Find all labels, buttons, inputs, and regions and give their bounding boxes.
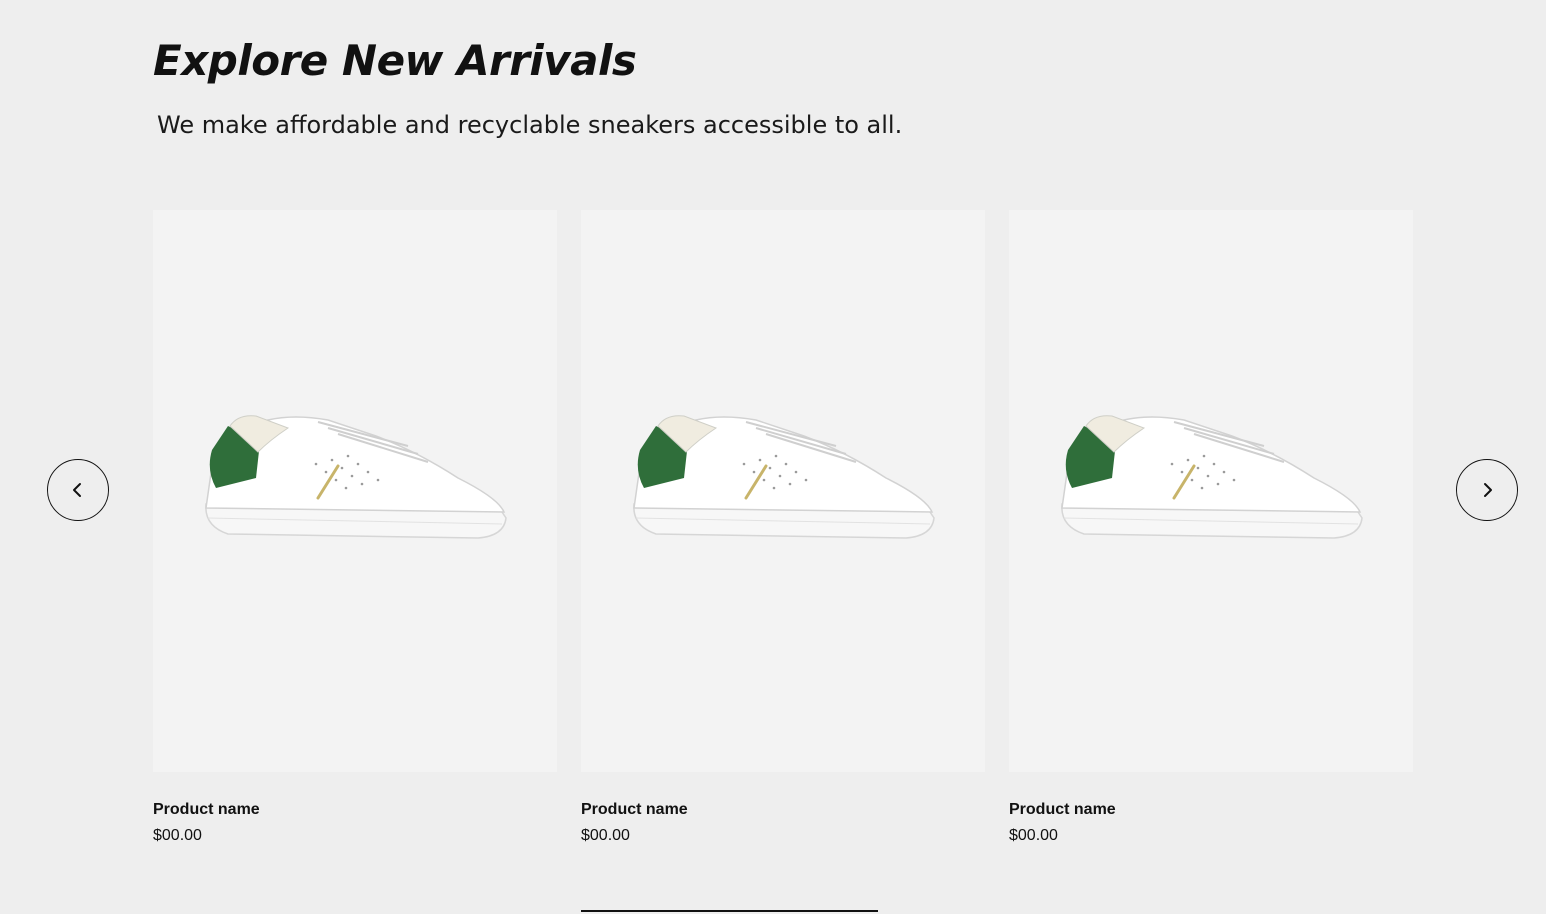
section-subtitle: We make affordable and recyclable sneake… xyxy=(157,111,903,139)
product-name[interactable]: Product name xyxy=(153,800,260,820)
product-image[interactable] xyxy=(1009,210,1413,772)
product-image[interactable] xyxy=(153,210,557,772)
carousel-next-button[interactable] xyxy=(1456,459,1518,521)
sneaker-image xyxy=(1061,415,1363,539)
product-card[interactable]: Product name $00.00 xyxy=(153,210,557,844)
product-price: $00.00 xyxy=(153,827,202,844)
product-name[interactable]: Product name xyxy=(581,800,688,820)
chevron-right-icon xyxy=(1484,483,1492,497)
carousel-scrollbar-thumb[interactable] xyxy=(581,910,878,912)
product-card[interactable]: Product name $00.00 xyxy=(1009,210,1413,844)
carousel-scrollbar[interactable] xyxy=(581,910,878,912)
product-name[interactable]: Product name xyxy=(1009,800,1116,820)
new-arrivals-section: Explore New Arrivals We make affordable … xyxy=(0,0,1546,914)
product-price: $00.00 xyxy=(581,827,630,844)
sneaker-image xyxy=(633,415,935,539)
product-card[interactable]: Product name $00.00 xyxy=(581,210,985,844)
chevron-left-icon xyxy=(73,483,81,497)
carousel-prev-button[interactable] xyxy=(47,459,109,521)
product-image[interactable] xyxy=(581,210,985,772)
section-title: Explore New Arrivals xyxy=(153,36,637,85)
sneaker-image xyxy=(205,415,507,539)
product-price: $00.00 xyxy=(1009,827,1058,844)
